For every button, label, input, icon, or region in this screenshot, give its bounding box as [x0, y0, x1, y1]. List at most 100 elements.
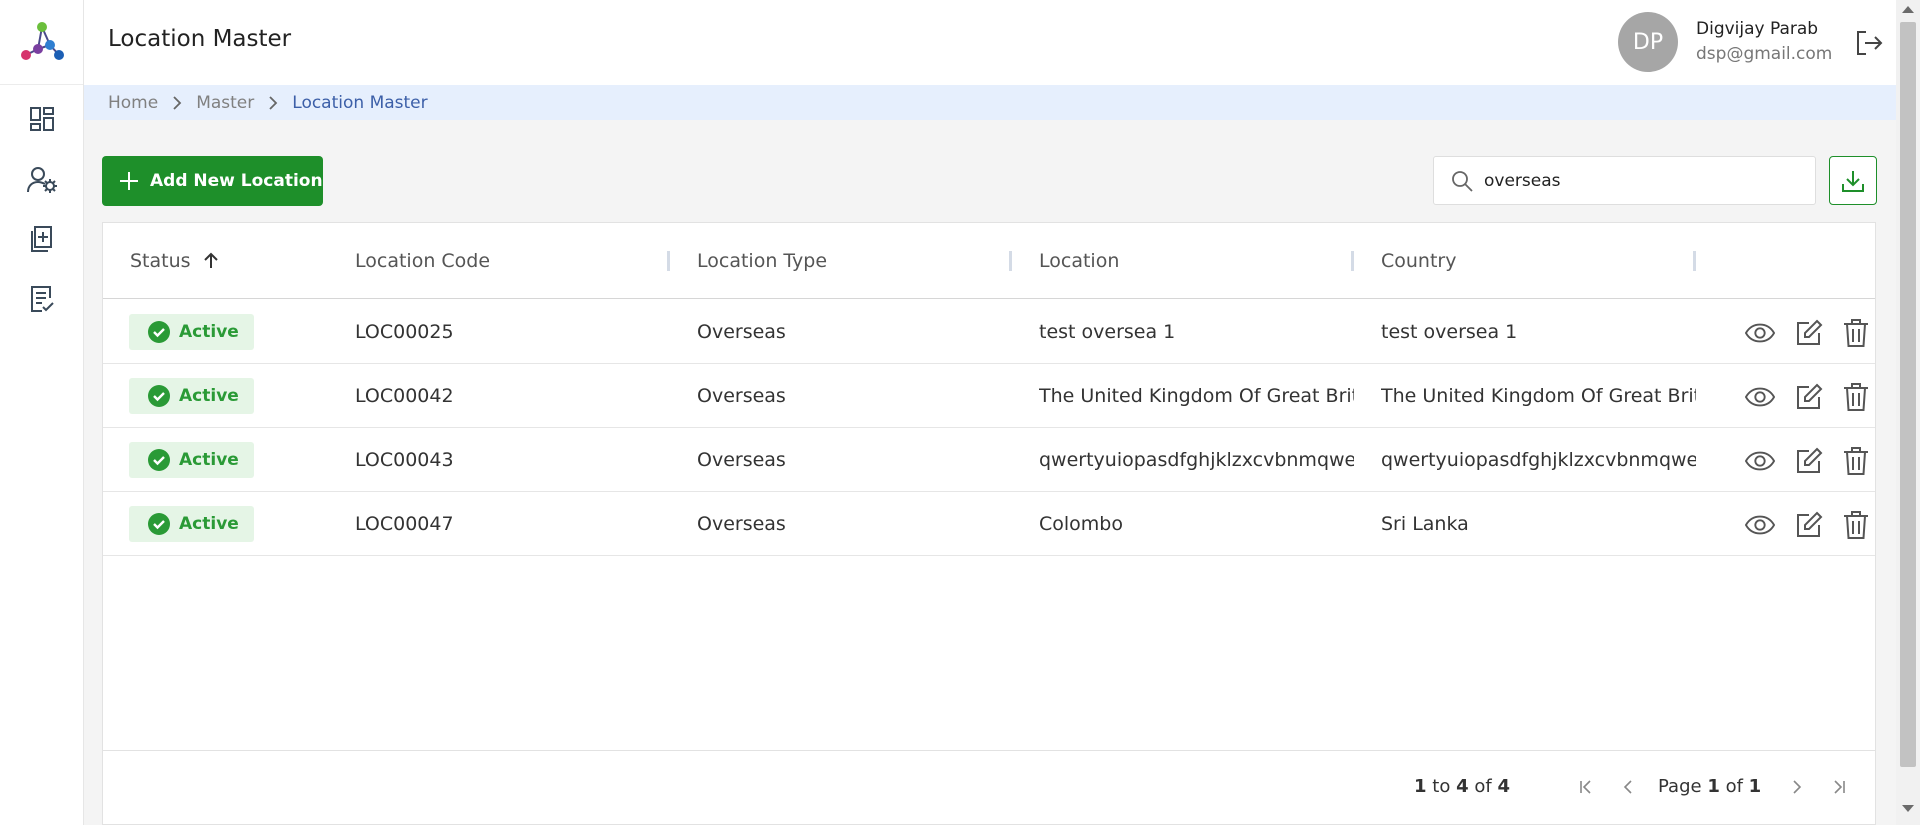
- scroll-up-arrow[interactable]: [1902, 6, 1914, 13]
- column-header-status[interactable]: Status: [130, 223, 219, 299]
- cell-location-code: LOC00042: [355, 385, 454, 407]
- sidebar-item-add-record[interactable]: [0, 214, 84, 264]
- next-page-button[interactable]: [1785, 775, 1809, 799]
- column-header-location-code[interactable]: Location Code: [355, 223, 490, 299]
- eye-icon: [1745, 451, 1775, 471]
- column-header-country[interactable]: Country: [1381, 223, 1456, 299]
- search-input[interactable]: [1484, 170, 1784, 191]
- page-of-word: of: [1725, 776, 1743, 797]
- edit-button[interactable]: [1794, 318, 1824, 348]
- edit-icon: [1797, 447, 1823, 473]
- app-logo[interactable]: [0, 0, 83, 85]
- download-icon: [1842, 170, 1864, 192]
- add-new-location-button[interactable]: Add New Location: [102, 156, 323, 206]
- cell-country: Sri Lanka: [1381, 513, 1469, 535]
- check-circle-icon: [147, 384, 171, 408]
- first-page-button[interactable]: [1574, 775, 1598, 799]
- add-document-icon: [31, 226, 52, 252]
- cell-location-code: LOC00043: [355, 449, 454, 471]
- dashboard-icon: [30, 107, 54, 131]
- column-resize-handle[interactable]: [1693, 251, 1696, 271]
- edit-button[interactable]: [1794, 510, 1824, 540]
- column-resize-handle[interactable]: [1351, 251, 1354, 271]
- delete-button[interactable]: [1841, 510, 1871, 540]
- cell-location-type: Overseas: [697, 513, 786, 535]
- cell-location-type: Overseas: [697, 321, 786, 343]
- sidebar-item-users[interactable]: [0, 155, 84, 205]
- column-resize-handle[interactable]: [1009, 251, 1012, 271]
- view-button[interactable]: [1745, 318, 1775, 348]
- column-label-status: Status: [130, 250, 191, 272]
- user-settings-icon: [27, 167, 57, 193]
- logout-icon: [1857, 31, 1883, 55]
- table-row[interactable]: Active LOC00043 Overseas qwertyuiopasdfg…: [103, 428, 1875, 492]
- total-count: 4: [1497, 776, 1510, 797]
- view-button[interactable]: [1745, 510, 1775, 540]
- column-label-location-type: Location Type: [697, 250, 828, 272]
- avatar[interactable]: DP: [1618, 12, 1678, 72]
- table-header: Status Location Code Location Type Locat…: [103, 223, 1875, 299]
- chevron-right-icon: [172, 95, 182, 110]
- trash-icon: [1844, 447, 1868, 475]
- delete-button[interactable]: [1841, 318, 1871, 348]
- first-page-icon: [1580, 780, 1591, 794]
- page-title: Location Master: [108, 26, 292, 52]
- column-label-location-code: Location Code: [355, 250, 491, 272]
- add-new-location-label: Add New Location: [150, 171, 323, 191]
- sidebar-item-checklist[interactable]: [0, 274, 84, 324]
- scroll-thumb[interactable]: [1900, 22, 1916, 767]
- page-word: Page: [1658, 776, 1702, 797]
- column-resize-handle[interactable]: [667, 251, 670, 271]
- page-indicator: Page 1 of 1: [1658, 776, 1761, 797]
- page-scrollbar[interactable]: [1896, 0, 1920, 825]
- column-header-location-type[interactable]: Location Type: [697, 223, 827, 299]
- table-row[interactable]: Active LOC00025 Overseas test oversea 1 …: [103, 300, 1875, 364]
- breadcrumb-home[interactable]: Home: [108, 93, 158, 113]
- scroll-down-arrow[interactable]: [1902, 805, 1914, 812]
- logout-button[interactable]: [1854, 28, 1884, 58]
- breadcrumb-current: Location Master: [292, 92, 428, 113]
- delete-button[interactable]: [1841, 446, 1871, 476]
- logo-icon: [20, 22, 64, 60]
- user-name: Digvijay Parab: [1696, 19, 1819, 39]
- trash-icon: [1844, 511, 1868, 539]
- last-page-icon: [1834, 780, 1845, 794]
- trash-icon: [1844, 383, 1868, 411]
- cell-location: Colombo: [1039, 513, 1123, 535]
- sidebar: [0, 0, 84, 825]
- location-table: Status Location Code Location Type Locat…: [102, 222, 1876, 825]
- range-of-word: of: [1474, 776, 1492, 797]
- previous-page-button[interactable]: [1616, 775, 1640, 799]
- cell-location: The United Kingdom Of Great Britain: [1039, 385, 1354, 407]
- cell-location-code: LOC00047: [355, 513, 454, 535]
- edit-button[interactable]: [1794, 446, 1824, 476]
- edit-button[interactable]: [1794, 382, 1824, 412]
- column-header-location[interactable]: Location: [1039, 223, 1119, 299]
- cell-country: qwertyuiopasdfghjklzxcvbnmqwertyuiop: [1381, 449, 1696, 471]
- view-button[interactable]: [1745, 446, 1775, 476]
- download-button[interactable]: [1829, 156, 1877, 205]
- plus-icon: [118, 170, 140, 192]
- breadcrumb-master[interactable]: Master: [196, 93, 254, 113]
- range-to-word: to: [1432, 776, 1451, 797]
- eye-icon: [1745, 323, 1775, 343]
- column-label-location: Location: [1039, 250, 1120, 272]
- pagination-bar: 1 to 4 of 4 Page 1 of 1: [103, 750, 1875, 825]
- chevron-left-icon: [1623, 780, 1632, 794]
- checklist-icon: [31, 286, 54, 312]
- last-page-button[interactable]: [1827, 775, 1851, 799]
- sidebar-item-dashboard[interactable]: [0, 94, 84, 144]
- table-row[interactable]: Active LOC00042 Overseas The United King…: [103, 364, 1875, 428]
- eye-icon: [1745, 387, 1775, 407]
- status-text: Active: [179, 450, 239, 470]
- check-circle-icon: [147, 448, 171, 472]
- search-box: [1433, 156, 1816, 205]
- delete-button[interactable]: [1841, 382, 1871, 412]
- edit-icon: [1797, 383, 1823, 409]
- table-row[interactable]: Active LOC00047 Overseas Colombo Sri Lan…: [103, 492, 1875, 556]
- view-button[interactable]: [1745, 382, 1775, 412]
- status-badge: Active: [129, 442, 254, 478]
- chevron-right-icon: [1793, 780, 1802, 794]
- current-page: 1: [1707, 776, 1720, 797]
- cell-location-type: Overseas: [697, 449, 786, 471]
